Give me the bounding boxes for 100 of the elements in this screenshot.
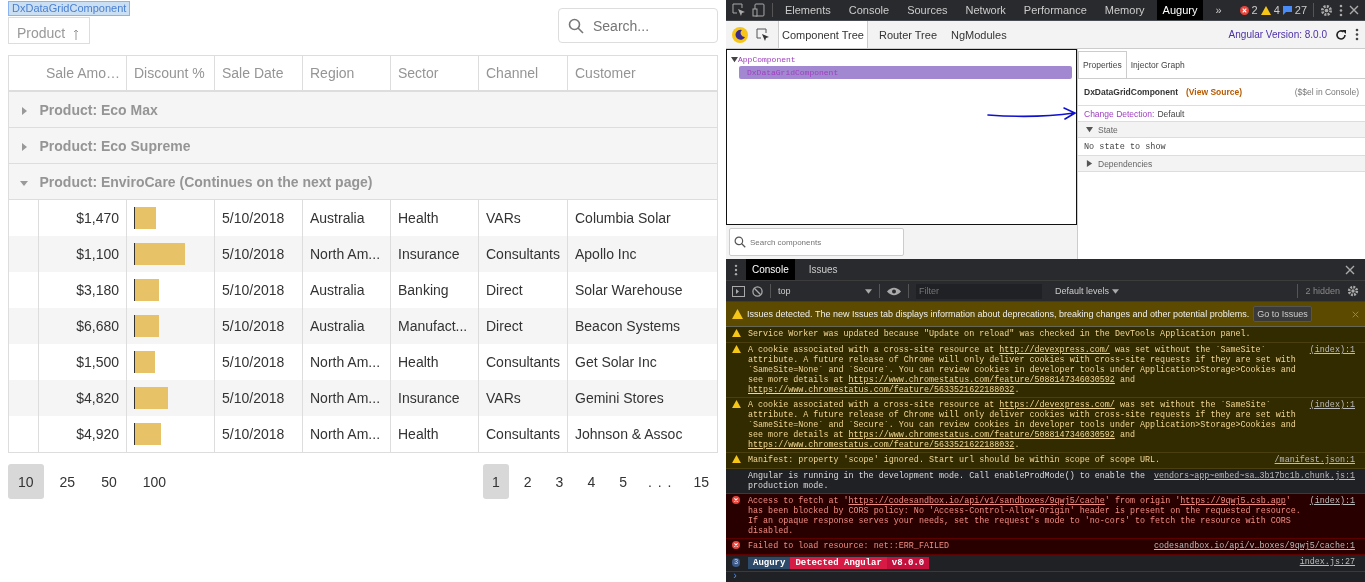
source-link[interactable]: vendors~app~embed~sa…3b17bc1b.chunk.js:1 (1153, 471, 1355, 491)
page-size-button[interactable]: 10 (8, 464, 44, 499)
source-link[interactable]: (index):1 (1309, 345, 1355, 395)
table-cell: Health (398, 210, 439, 226)
view-source-link[interactable]: (View Source) (1186, 87, 1243, 97)
section-header[interactable]: Dependencies (1078, 156, 1365, 172)
warning-icon (732, 309, 743, 319)
context-dropdown[interactable]: top (778, 286, 872, 296)
section-message: No state to show (1084, 141, 1166, 152)
console-badge: Detected Angular (790, 557, 887, 569)
source-link[interactable]: /manifest.json:1 (1274, 455, 1355, 466)
page-button[interactable]: 2 (514, 464, 541, 499)
devtools-tab[interactable]: Performance (1017, 0, 1093, 20)
console-message: Angular is running in the development mode. Call enableProdMode() to enable the production mode. (748, 471, 1147, 491)
page-size-button[interactable]: 25 (49, 464, 86, 499)
expand-icon (1086, 126, 1093, 133)
table-cell: $6,680 (76, 318, 119, 334)
caret-icon (1111, 289, 1119, 294)
source-link[interactable]: (index):1 (1309, 400, 1355, 450)
more-menu-icon[interactable] (1355, 28, 1359, 41)
devtools-tab[interactable]: Sources (901, 0, 954, 20)
sidebar-toggle-icon[interactable] (732, 285, 745, 297)
search-field[interactable]: Search... (558, 8, 718, 43)
page-button[interactable]: 4 (578, 464, 605, 499)
table-cell: 5/10/2018 (222, 210, 285, 226)
table-cell: Insurance (398, 246, 460, 262)
page-size-button[interactable]: 50 (91, 464, 127, 499)
caret-icon (865, 288, 872, 294)
devtools-tab[interactable]: Augury (1156, 0, 1204, 20)
table-cell: VARs (486, 390, 521, 406)
change-detection-value: Default (1157, 108, 1185, 119)
console-message: Service Worker was updated because "Update on reload" was checked in the DevTools Application panel. (748, 329, 1252, 340)
console-message: Failed to load resource: net::ERR_FAILED (748, 541, 951, 552)
devtools-tab[interactable]: Console (842, 0, 896, 20)
component-highlight: DxDataGridComponent (8, 1, 131, 16)
table-cell: Health (398, 426, 439, 442)
filter-field[interactable]: Filter (916, 283, 1042, 299)
message-link[interactable]: https://9qwj5.csb.app (1180, 496, 1286, 506)
close-icon[interactable] (1349, 5, 1359, 15)
search-icon (568, 18, 584, 34)
message-link[interactable]: https://www.chromestatus.com/feature/5633521622188032 (748, 385, 1015, 395)
settings-icon[interactable] (1320, 3, 1334, 17)
message-link[interactable]: https://www.chromestatus.com/feature/5088147346030592 (848, 375, 1115, 385)
devtools-tab[interactable]: Memory (1098, 0, 1151, 20)
page-button[interactable]: 5 (610, 464, 636, 499)
devtools-tab[interactable]: Elements (778, 0, 837, 20)
source-link[interactable]: index.js:27 (1299, 557, 1355, 569)
console-message: Manifest: property 'scope' ignored. Start url should be within scope of scope URL. (748, 455, 1162, 466)
levels-dropdown[interactable]: Default levels (1049, 285, 1125, 297)
page-size-button[interactable]: 100 (132, 464, 177, 499)
source-link[interactable]: (index):1 (1309, 496, 1355, 536)
message-link[interactable]: https://devexpress.com/ (999, 400, 1115, 410)
message-icon (1282, 5, 1292, 15)
view-tab[interactable]: NgModules (948, 21, 1010, 48)
message-link[interactable]: https://www.chromestatus.com/feature/5633521622188032 (748, 440, 1015, 450)
view-tab[interactable]: Component Tree (778, 21, 868, 48)
more-menu-icon[interactable] (1339, 3, 1343, 17)
refresh-icon[interactable] (1335, 28, 1347, 41)
eye-icon[interactable] (887, 286, 901, 296)
properties-tab[interactable]: Properties (1078, 51, 1127, 78)
error-count: 2 (1251, 4, 1258, 16)
message-link[interactable]: https://www.chromestatus.com/feature/5088147346030592 (848, 430, 1115, 440)
error-icon (732, 541, 740, 549)
page-button[interactable]: 15 (684, 464, 718, 499)
console-reference: ($$el in Console) (1294, 87, 1359, 97)
page-button[interactable]: 3 (546, 464, 573, 499)
table-cell: Banking (398, 282, 449, 298)
table-cell: 5/10/2018 (222, 282, 285, 298)
console-prompt[interactable]: › (732, 571, 738, 582)
close-icon[interactable] (1345, 264, 1355, 275)
message-link[interactable]: https://codesandbox.io/api/v1/sandboxes/9qwj5/cache (848, 496, 1105, 506)
table-cell: Direct (486, 318, 523, 334)
properties-tab[interactable]: Injector Graph (1126, 51, 1189, 78)
page-button[interactable]: 1 (483, 464, 509, 499)
table-cell: Manufact... (398, 318, 468, 334)
expand-icon[interactable] (731, 56, 738, 63)
settings-icon[interactable] (1347, 285, 1359, 297)
message-link[interactable]: http://devexpress.com/ (999, 345, 1110, 355)
section-header[interactable]: State (1078, 122, 1365, 138)
table-cell: VARs (486, 210, 521, 226)
search-components-field[interactable]: Search components (729, 228, 904, 256)
table-cell: North Am... (310, 354, 381, 370)
drawer-tab[interactable]: Issues (802, 259, 844, 280)
table-cell: North Am... (310, 390, 381, 406)
tree-node[interactable]: AppComponent (731, 53, 1072, 66)
inspect-icon[interactable] (732, 3, 746, 17)
change-detection-label: Change Detection: (1084, 108, 1155, 119)
clear-icon[interactable] (752, 285, 763, 297)
table-cell: Direct (486, 282, 523, 298)
source-link[interactable]: codesandbox.io/api/v…boxes/9qwj5/cache:1 (1153, 541, 1355, 552)
drawer-tab[interactable]: Console (746, 259, 795, 280)
table-cell: Gemini Stores (575, 390, 664, 406)
view-tab[interactable]: Router Tree (875, 21, 941, 48)
go-to-issues-button[interactable]: Go to Issues (1253, 306, 1312, 322)
inspect-icon[interactable] (756, 27, 770, 42)
device-icon[interactable] (751, 3, 766, 17)
devtools-tab[interactable]: Network (959, 0, 1012, 20)
more-tabs-button[interactable]: » (1209, 0, 1228, 20)
more-menu-icon[interactable] (734, 263, 738, 276)
table-cell: Australia (310, 318, 365, 334)
